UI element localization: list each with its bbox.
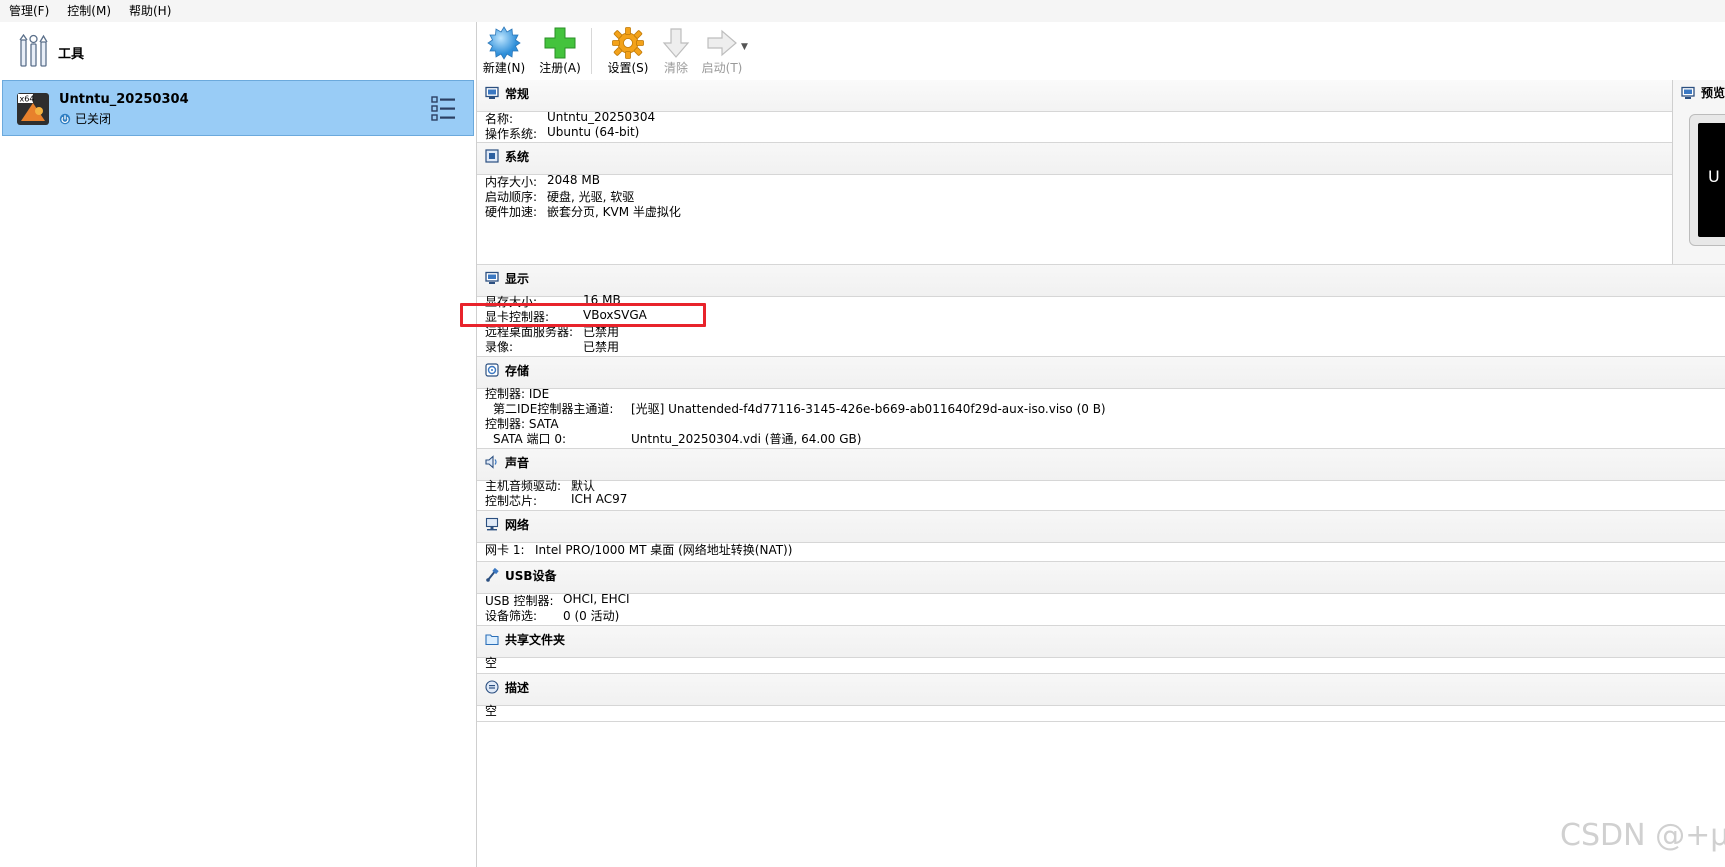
section-storage-title: 存储 <box>505 363 530 378</box>
details-pane: 常规 名称: Untntu_20250304 操作系统: Ubuntu (64-… <box>477 80 1725 867</box>
os-badge: x64 <box>20 95 35 104</box>
section-audio-title: 声音 <box>505 455 530 470</box>
section-network-title: 网络 <box>505 517 530 532</box>
folder-icon <box>485 634 499 646</box>
section-shared-title: 共享文件夹 <box>505 632 566 647</box>
section-usb: USB设备 <box>477 562 1725 594</box>
tools-icon <box>19 34 48 67</box>
section-network: 网络 <box>477 511 1725 543</box>
section-system-title: 系统 <box>505 149 530 164</box>
storage-sata-port-row: SATA 端口 0: Untntu_20250304.vdi (普通, 64.0… <box>493 432 862 446</box>
general-os-row: 操作系统: Ubuntu (64-bit) <box>485 125 640 141</box>
section-description-title: 描述 <box>505 680 530 695</box>
menu-bar: 管理(F) 控制(M) 帮助(H) <box>0 0 1725 22</box>
preview-monitor-icon <box>1681 86 1695 99</box>
annotation-highlight-box <box>460 303 706 327</box>
menu-control[interactable]: 控制(M) <box>58 0 120 22</box>
main-toolbar: 新建(N) 注册(A) 设置(S) 清除 启动(T) ▼ <box>477 22 1725 80</box>
arrow-down-icon <box>662 28 690 58</box>
menu-help[interactable]: 帮助(H) <box>120 0 180 22</box>
toolbar-separator <box>591 28 592 74</box>
tools-item[interactable]: 工具 <box>0 22 476 80</box>
description-icon <box>485 680 499 694</box>
register-button[interactable]: 注册(A) <box>533 24 587 78</box>
section-usb-title: USB设备 <box>505 568 557 583</box>
section-audio: 声音 <box>477 449 1725 481</box>
audio-chip-row: 控制芯片: ICH AC97 <box>485 492 628 508</box>
arrow-right-icon <box>707 29 737 57</box>
watermark-text: CSDN @+µ <box>1560 818 1725 853</box>
divider <box>477 721 1725 722</box>
section-system: 系统 <box>477 143 1725 175</box>
gear-icon <box>612 27 644 59</box>
vm-list-item[interactable]: x64 Untntu_20250304 已关闭 <box>2 80 474 136</box>
vm-state: 已关闭 <box>59 110 111 127</box>
usb-icon <box>486 568 499 582</box>
section-description: 描述 <box>477 674 1725 706</box>
system-accel-row: 硬件加速: 嵌套分页, KVM 半虚拟化 <box>485 205 681 219</box>
add-plus-icon <box>544 27 576 59</box>
section-storage: 存储 <box>477 357 1725 389</box>
tools-label: 工具 <box>58 47 85 62</box>
description-value: 空 <box>485 704 498 718</box>
section-display-title: 显示 <box>505 271 530 286</box>
chip-icon <box>485 149 499 163</box>
network-nic-row: 网卡 1: Intel PRO/1000 MT 桌面 (网络地址转换(NAT)) <box>485 543 793 557</box>
usb-filter-row: 设备筛选: 0 (0 活动) <box>485 609 620 623</box>
menu-manage[interactable]: 管理(F) <box>0 0 58 22</box>
general-icon <box>485 86 499 99</box>
power-off-icon <box>59 113 71 124</box>
register-button-label: 注册(A) <box>539 61 581 75</box>
speaker-icon <box>485 455 497 469</box>
start-button-label: 启动(T) <box>701 61 743 75</box>
preview-title: 预览 <box>1701 86 1725 100</box>
vm-name: Untntu_20250304 <box>59 92 189 107</box>
section-general-title: 常规 <box>505 86 530 101</box>
section-shared-folders: 共享文件夹 <box>477 626 1725 658</box>
network-icon <box>485 517 499 531</box>
section-general: 常规 <box>477 80 1725 112</box>
monitor-icon <box>485 271 499 284</box>
vm-list-pane: 工具 x64 Untntu_20250304 已关闭 <box>0 22 477 867</box>
settings-button[interactable]: 设置(S) <box>601 24 655 78</box>
vm-item-menu-icon[interactable] <box>431 95 457 123</box>
new-button-label: 新建(N) <box>482 61 526 75</box>
display-recording-row: 录像: 已禁用 <box>485 340 620 354</box>
settings-button-label: 设置(S) <box>607 61 649 75</box>
ubuntu-vm-icon: x64 <box>17 93 49 125</box>
vm-state-label: 已关闭 <box>75 112 112 126</box>
new-button[interactable]: 新建(N) <box>477 24 531 78</box>
preview-pane: 预览 U <box>1672 80 1725 264</box>
preview-screen-text: U <box>1708 167 1720 186</box>
section-display: 显示 <box>477 265 1725 297</box>
preview-screen: U <box>1689 114 1725 246</box>
start-dropdown-icon[interactable]: ▼ <box>741 42 748 52</box>
shared-folders-value: 空 <box>485 656 498 670</box>
new-star-icon <box>487 26 521 60</box>
storage-icon <box>485 363 499 377</box>
